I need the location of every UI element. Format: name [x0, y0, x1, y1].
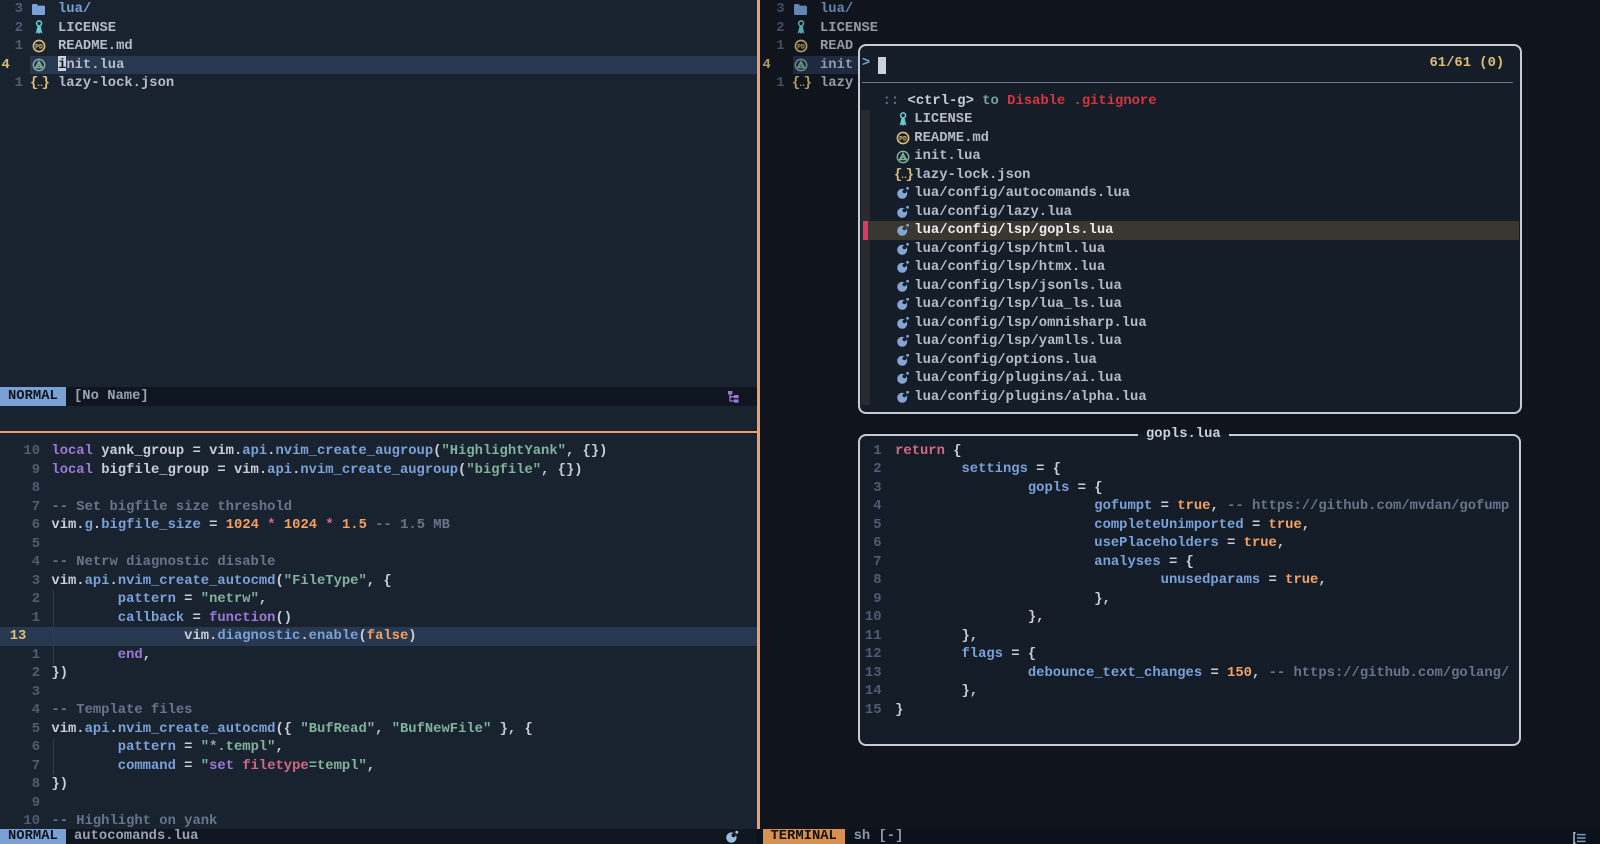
- svg-text:PD: PD: [797, 43, 805, 50]
- svg-text:PD: PD: [899, 135, 907, 142]
